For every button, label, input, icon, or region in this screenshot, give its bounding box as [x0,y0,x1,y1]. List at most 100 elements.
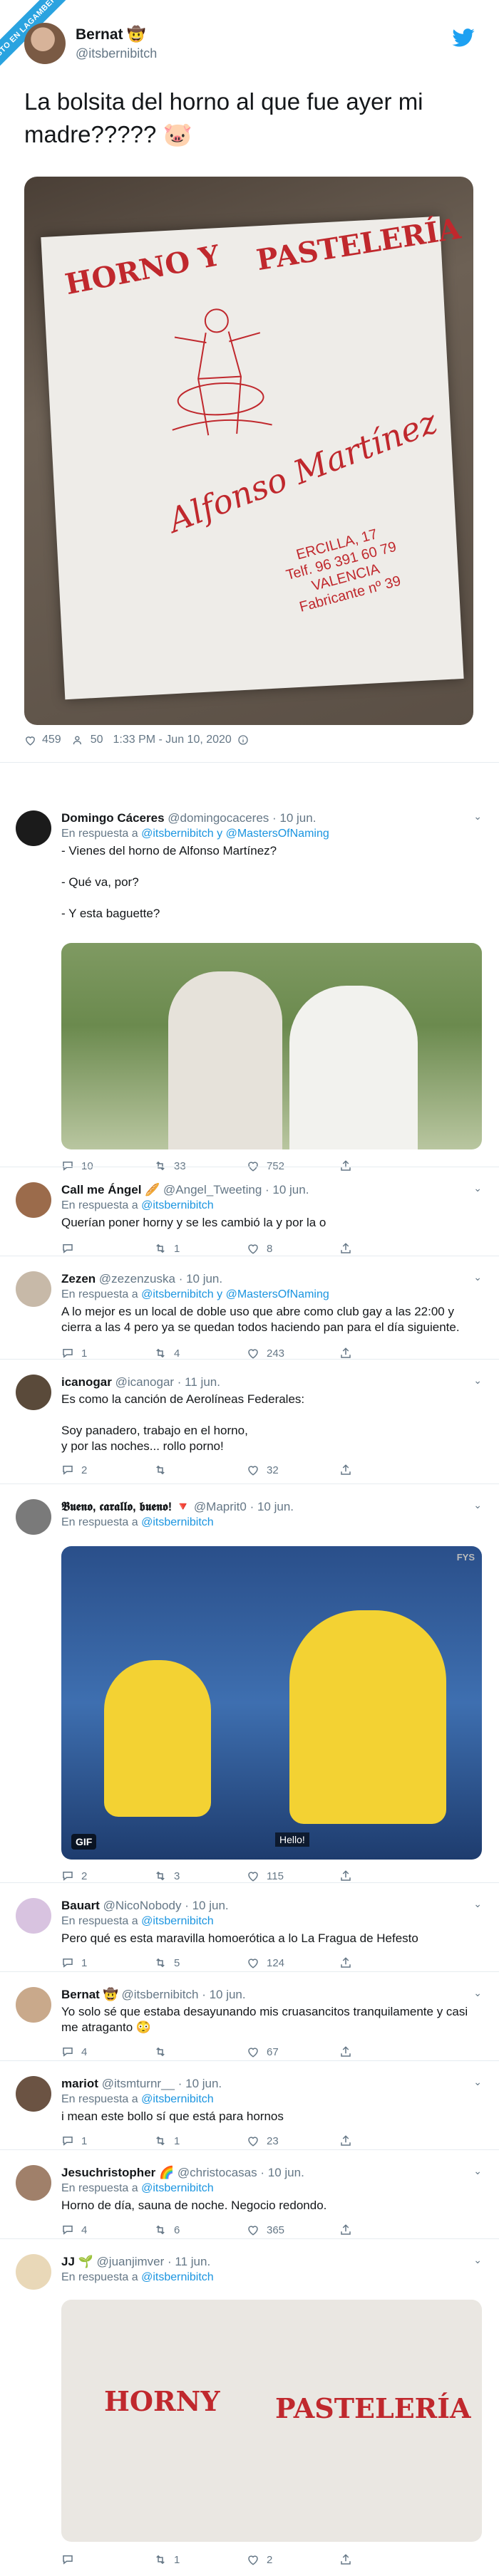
retweet-icon[interactable] [154,1347,167,1360]
reply-action[interactable] [61,1242,154,1255]
share-action[interactable] [339,2223,432,2236]
like-action[interactable]: 8 [247,1242,339,1255]
mention-link[interactable]: @itsbernibitch [141,2093,214,2105]
chevron-down-icon[interactable]: ⌄ [473,2254,482,2266]
reply-icon[interactable] [61,1347,74,1360]
chevron-down-icon[interactable]: ⌄ [473,1182,482,1194]
share-icon[interactable] [339,1347,352,1360]
reply-time[interactable]: · 10 jun. [265,1183,309,1196]
heart-icon[interactable] [247,2223,259,2236]
like-action[interactable]: 243 [247,1347,339,1360]
author-handle[interactable]: @christocasas [178,2166,257,2179]
like-action[interactable]: 124 [247,1956,339,1969]
photo-attachment[interactable] [61,943,482,1149]
author-name[interactable]: icanogar [61,1375,112,1389]
author-handle[interactable]: @juanjimver [97,2255,165,2268]
author-handle[interactable]: @NicoNobody [103,1899,182,1912]
reply-action[interactable]: 2 [61,1870,154,1882]
reply-time[interactable]: · 10 jun. [185,1899,228,1912]
twitter-bird-icon[interactable] [452,28,475,47]
reply-action[interactable]: 1 [61,1347,154,1360]
chevron-down-icon[interactable]: ⌄ [473,1271,482,1283]
retweet-action[interactable]: 6 [154,2223,247,2236]
heart-icon[interactable] [247,1464,259,1476]
like-action[interactable]: 23 [247,2134,339,2147]
reply-icon[interactable] [61,1242,74,1255]
mention-link[interactable]: @itsbernibitch [141,2271,214,2283]
like-action[interactable]: 67 [247,2045,339,2058]
share-action[interactable] [339,1464,432,1476]
reply-icon[interactable] [61,1464,74,1476]
reply-icon[interactable] [61,2553,74,2566]
like-action[interactable]: 115 [247,1870,339,1882]
share-action[interactable] [339,2553,432,2566]
avatar[interactable] [16,1271,51,1307]
heart-icon[interactable] [247,1347,259,1360]
avatar[interactable] [16,2165,51,2201]
retweet-icon[interactable] [154,1464,167,1476]
reply-action[interactable] [61,2553,154,2566]
reply-icon[interactable] [61,1870,74,1882]
reply-icon[interactable] [61,2223,74,2236]
reply-time[interactable]: · 10 jun. [202,1988,245,2001]
author-handle[interactable]: @itsmturnr__ [102,2077,175,2090]
tweet-photo[interactable]: HORNO Y PASTELERÍA Alfonso Martínez ERCI… [24,177,473,725]
avatar[interactable] [16,1375,51,1410]
avatar[interactable] [16,1898,51,1934]
reply-time[interactable]: · 10 jun. [260,2166,304,2179]
reply-icon[interactable] [61,1159,74,1172]
people-icon[interactable] [73,734,85,746]
photo-attachment[interactable]: HORNY PASTELERÍA [61,2300,482,2542]
heart-icon[interactable] [247,1159,259,1172]
share-icon[interactable] [339,1242,352,1255]
avatar[interactable] [24,23,66,64]
avatar[interactable] [16,1182,51,1218]
author-handle[interactable]: @Angel_Tweeting [163,1183,262,1196]
reply-icon[interactable] [61,1956,74,1969]
chevron-down-icon[interactable]: ⌄ [473,810,482,823]
reply-time[interactable]: · 11 jun. [168,2255,210,2268]
retweet-icon[interactable] [154,1159,167,1172]
reply-action[interactable]: 1 [61,1956,154,1969]
avatar[interactable] [16,2254,51,2290]
reply-action[interactable]: 2 [61,1464,154,1476]
author-handle[interactable]: @domingocaceres [168,811,269,825]
mention-link[interactable]: @itsbernibitch [141,1516,214,1528]
author-name[interactable]: Jesuchristopher 🌈 [61,2166,174,2179]
author-handle[interactable]: @Maprit0 [194,1500,247,1513]
share-icon[interactable] [339,2134,352,2147]
author-handle[interactable]: @zezenzuska [99,1272,175,1286]
like-action[interactable]: 752 [247,1159,339,1172]
tweet-timestamp[interactable]: 1:33 PM - Jun 10, 2020 [113,734,232,746]
share-action[interactable] [339,1870,432,1882]
mention-link[interactable]: @itsbernibitch [141,1915,214,1927]
like-action[interactable]: 32 [247,1464,339,1476]
reply-action[interactable]: 4 [61,2045,154,2058]
reply-action[interactable]: 4 [61,2223,154,2236]
like-action[interactable]: 2 [247,2553,339,2566]
heart-icon[interactable] [247,1242,259,1255]
mention-link[interactable]: @itsbernibitch y @MastersOfNaming [141,1288,329,1300]
retweet-action[interactable]: 1 [154,2134,247,2147]
share-icon[interactable] [339,1159,352,1172]
chevron-down-icon[interactable]: ⌄ [473,1375,482,1387]
author-name[interactable]: mariot [61,2077,98,2090]
author-name[interactable]: 𝕭𝖚𝖊𝖓𝖔, 𝖈𝖆𝖗𝖆𝖑𝖑𝖔, 𝖇𝖚𝖊𝖓𝖔! 🔻 [61,1500,190,1513]
author-name[interactable]: Bernat 🤠 [61,1988,118,2001]
avatar[interactable] [16,1987,51,2023]
reply-time[interactable]: · 10 jun. [179,1272,222,1286]
retweet-action[interactable] [154,1464,247,1476]
author-handle[interactable]: @itsbernibitch [76,46,157,61]
author-name[interactable]: JJ 🌱 [61,2255,93,2268]
share-action[interactable] [339,1159,432,1172]
share-icon[interactable] [339,2045,352,2058]
mention-link[interactable]: @itsbernibitch [141,2182,214,2194]
chevron-down-icon[interactable]: ⌄ [473,1898,482,1910]
share-icon[interactable] [339,2553,352,2566]
reply-time[interactable]: · 10 jun. [250,1500,294,1513]
retweet-action[interactable]: 5 [154,1956,247,1969]
author-name[interactable]: Bauart [61,1899,100,1912]
avatar[interactable] [16,810,51,846]
mention-link[interactable]: @itsbernibitch [141,1199,214,1211]
reply-time[interactable]: · 10 jun. [178,2077,222,2090]
